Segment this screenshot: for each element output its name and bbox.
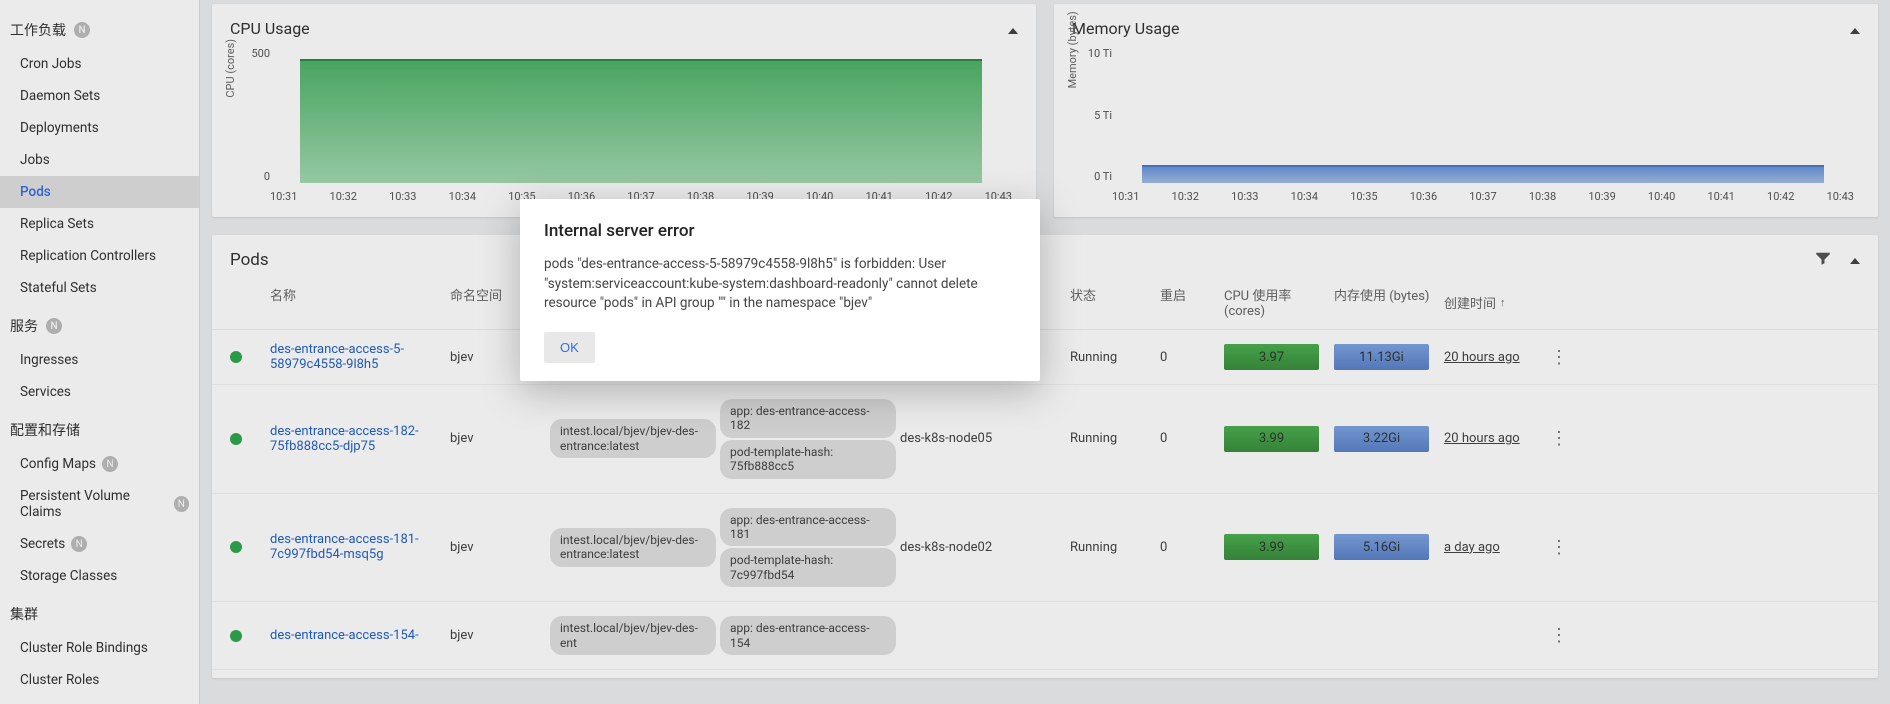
dialog-body: pods "des-entrance-access-5-58979c4558-9… [544,255,1016,314]
ok-button[interactable]: OK [544,332,595,363]
error-dialog: Internal server error pods "des-entrance… [520,199,1040,381]
dialog-title: Internal server error [544,221,1016,241]
